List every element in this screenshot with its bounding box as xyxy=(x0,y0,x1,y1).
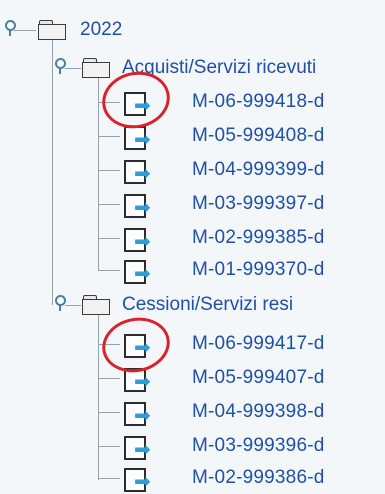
tree-item-g2-4[interactable]: M-03-999396-d xyxy=(192,435,325,457)
expand-toggle-root[interactable] xyxy=(3,20,16,36)
tree-item-g2-3[interactable]: M-04-999398-d xyxy=(192,401,325,423)
document-export-icon: ➡ xyxy=(122,258,156,284)
tree-view: 2022 Acquisti/Servizi ricevuti ➡ M-06-99… xyxy=(0,0,385,494)
document-export-icon: ➡ xyxy=(122,366,156,392)
document-export-icon: ➡ xyxy=(122,192,156,218)
document-export-icon: ➡ xyxy=(122,466,156,492)
tree-item-g2-2[interactable]: M-05-999407-d xyxy=(192,367,325,389)
folder-icon xyxy=(82,295,112,315)
tree-node-root-label[interactable]: 2022 xyxy=(80,19,122,41)
tree-item-g1-4[interactable]: M-03-999397-d xyxy=(192,193,325,215)
tree-item-g1-6[interactable]: M-01-999370-d xyxy=(192,259,325,281)
folder-icon xyxy=(82,58,112,78)
tree-item-g1-2[interactable]: M-05-999408-d xyxy=(192,125,325,147)
document-export-icon: ➡ xyxy=(122,400,156,426)
tree-item-g1-5[interactable]: M-02-999385-d xyxy=(192,227,325,249)
tree-item-g2-5[interactable]: M-02-999386-d xyxy=(192,467,325,489)
document-export-icon: ➡ xyxy=(122,124,156,150)
document-export-icon: ➡ xyxy=(122,332,156,358)
tree-item-g1-3[interactable]: M-04-999399-d xyxy=(192,159,325,181)
document-export-icon: ➡ xyxy=(122,434,156,460)
document-export-icon: ➡ xyxy=(122,226,156,252)
document-export-icon: ➡ xyxy=(122,158,156,184)
tree-item-g1-1[interactable]: M-06-999418-d xyxy=(192,91,325,113)
document-export-icon: ➡ xyxy=(122,90,156,116)
expand-toggle-group-1[interactable] xyxy=(53,58,66,74)
expand-toggle-group-2[interactable] xyxy=(53,295,66,311)
tree-item-g2-1[interactable]: M-06-999417-d xyxy=(192,333,325,355)
tree-node-group-2-label[interactable]: Cessioni/Servizi resi xyxy=(122,294,293,316)
folder-icon xyxy=(38,20,68,40)
tree-node-group-1-label[interactable]: Acquisti/Servizi ricevuti xyxy=(122,57,316,79)
